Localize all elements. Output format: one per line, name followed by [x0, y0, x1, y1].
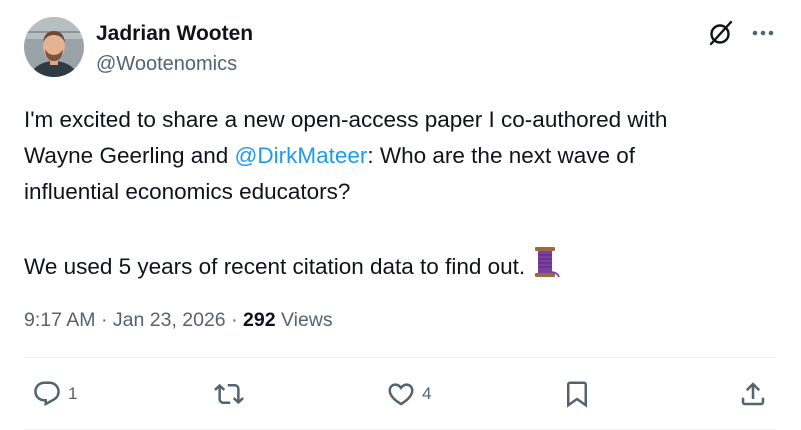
avatar[interactable] [24, 17, 84, 77]
repost-button[interactable] [214, 378, 244, 410]
repost-icon [214, 383, 244, 405]
tweet-time[interactable]: 9:17 AM [24, 309, 96, 331]
tweet-line: influential economics educators? [24, 179, 351, 204]
views-count: 292 [243, 309, 276, 331]
thread-icon [531, 246, 561, 289]
tweet-text-segment: : Who are the next wave of [367, 143, 636, 168]
tweet-meta: 9:17 AM · Jan 23, 2026 · 292 Views [24, 306, 333, 334]
divider [24, 357, 776, 358]
bookmark-icon [567, 381, 587, 408]
like-icon [388, 383, 414, 406]
like-button[interactable]: 4 [386, 378, 431, 410]
share-button[interactable] [738, 378, 768, 410]
author-name[interactable]: Jadrian Wooten [96, 21, 253, 47]
tweet-text-segment: Wayne Geerling and [24, 143, 235, 168]
separator: · [225, 309, 243, 331]
reply-count: 1 [68, 384, 78, 403]
avatar-image [24, 17, 84, 77]
like-count: 4 [422, 384, 432, 403]
reply-icon [34, 381, 60, 407]
mention-link[interactable]: @DirkMateer [235, 143, 368, 168]
tweet-text-segment: We used 5 years of recent citation data … [24, 254, 526, 279]
tweet-line: I'm excited to share a new open-access p… [24, 107, 668, 132]
share-icon [741, 382, 765, 406]
tweet-text: I'm excited to share a new open-access p… [24, 102, 776, 289]
tweet-line: Wayne Geerling and @DirkMateer: Who are … [24, 138, 776, 174]
views-label: Views [275, 309, 333, 331]
reply-button[interactable]: 1 [32, 378, 77, 410]
author-handle[interactable]: @Wootenomics [96, 51, 237, 77]
grok-icon[interactable] [707, 19, 735, 47]
bookmark-button[interactable] [562, 378, 592, 410]
more-icon[interactable] [750, 22, 778, 44]
tweet-line: We used 5 years of recent citation data … [24, 246, 776, 289]
separator: · [95, 309, 113, 331]
tweet-date[interactable]: Jan 23, 2026 [113, 309, 226, 331]
